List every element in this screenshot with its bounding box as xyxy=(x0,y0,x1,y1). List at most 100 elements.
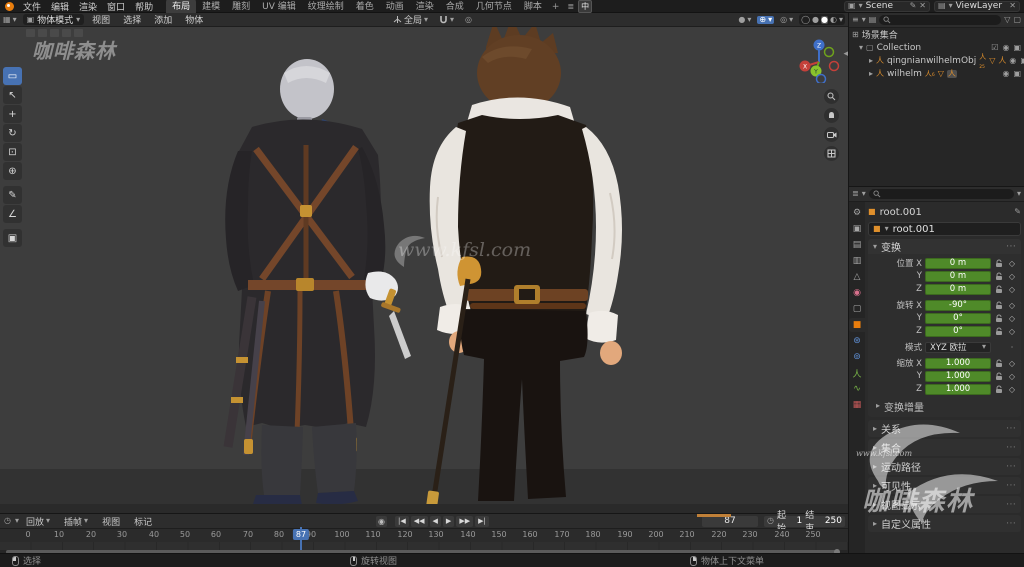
chevron-down-icon[interactable]: ▾ xyxy=(1017,190,1021,198)
keyframe-icon[interactable]: ◇ xyxy=(1007,372,1017,381)
start-frame-field[interactable]: 1 xyxy=(797,516,803,526)
menu-file[interactable]: 文件 xyxy=(18,0,46,13)
outliner-row-object-2[interactable]: ▸ 人 wilhelm 人₆ ▽ 人 ◉ ▣ xyxy=(849,67,1024,80)
tab-tool[interactable]: ⚙ xyxy=(849,206,865,220)
navigation-gizmo[interactable]: Z X Y xyxy=(798,37,840,83)
tool-transform[interactable]: ⊕ xyxy=(3,162,22,180)
pose-icon-active[interactable]: 人 xyxy=(946,69,957,78)
delta-transform-section[interactable]: ▸ 变换增量 xyxy=(872,399,1017,414)
transform-panel-header[interactable]: ▾ 变换 ⋯ xyxy=(868,239,1021,254)
lock-icon[interactable] xyxy=(994,327,1004,336)
outliner-search[interactable] xyxy=(879,15,1002,25)
outliner-row-object-1[interactable]: ▸ 人 qingnianwilhelmObj 人₂₅ ▽ 人 ◉ ▣ xyxy=(849,53,1024,70)
editor-outliner-icon[interactable]: ≡ xyxy=(852,16,859,24)
section-relations[interactable]: ▸ 关系 ⋯ xyxy=(868,420,1021,437)
timeline-ruler[interactable]: 0 10 20 30 40 50 60 70 80 90 100 110 120… xyxy=(0,529,848,542)
section-collections[interactable]: ▸ 集合 ⋯ xyxy=(868,439,1021,456)
keyframe-icon[interactable]: ◇ xyxy=(1007,385,1017,394)
play-reverse-button[interactable]: ◀ xyxy=(429,515,441,527)
render-restrict-icon[interactable]: ▣ xyxy=(1013,69,1021,78)
location-x-field[interactable]: 0 m xyxy=(925,257,991,269)
tool-scale[interactable]: ⊡ xyxy=(3,143,22,161)
perspective-toggle-button[interactable] xyxy=(824,146,839,161)
tab-scene[interactable]: △ xyxy=(849,270,865,284)
new-collection-icon[interactable]: ▢ xyxy=(1013,16,1021,24)
close-icon[interactable]: ✕ xyxy=(919,2,926,10)
menu-keying[interactable]: 插帧 ▾ xyxy=(61,515,91,528)
current-frame-field[interactable]: 87 xyxy=(702,515,758,527)
keyframe-icon[interactable]: ◇ xyxy=(1007,259,1017,268)
pin-icon[interactable]: ✎ xyxy=(910,2,917,10)
tab-physics[interactable]: ⊚ xyxy=(849,350,865,364)
rotation-mode-dropdown[interactable]: XYZ 欧拉 ▾ xyxy=(925,341,991,353)
lock-icon[interactable] xyxy=(994,359,1004,368)
properties-search[interactable] xyxy=(868,189,1014,199)
tab-texture[interactable]: ▦ xyxy=(849,398,865,412)
lock-icon[interactable] xyxy=(994,285,1004,294)
tab-object[interactable]: ■ xyxy=(849,318,865,332)
keyframe-icon[interactable]: ◇ xyxy=(1007,327,1017,336)
location-y-field[interactable]: 0 m xyxy=(925,270,991,282)
keyframe-icon[interactable]: ◇ xyxy=(1007,285,1017,294)
menu-marker[interactable]: 标记 xyxy=(131,515,155,528)
zoom-button[interactable] xyxy=(824,89,839,104)
rotation-x-field[interactable]: -90° xyxy=(925,299,991,311)
scale-y-field[interactable]: 1.000 xyxy=(925,370,991,382)
tab-modifiers[interactable]: ⊛ xyxy=(849,334,865,348)
menu-add[interactable]: 添加 xyxy=(149,13,177,26)
outliner-row-collection[interactable]: ▾ ▢ Collection ☑ ◉ ▣ xyxy=(849,41,1024,54)
location-z-field[interactable]: 0 m xyxy=(925,283,991,295)
prev-keyframe-button[interactable]: ◀◀ xyxy=(410,515,428,527)
menu-playback[interactable]: 回放 ▾ xyxy=(23,515,53,528)
lock-icon[interactable] xyxy=(994,385,1004,394)
scene-selector[interactable]: ▣ ▾ Scene ✎ ✕ xyxy=(844,0,930,12)
tool-select-box[interactable]: ▭ xyxy=(3,67,22,85)
outliner-row-scene-collection[interactable]: ⊞ 场景集合 xyxy=(849,28,1024,41)
keyframe-icon[interactable]: ◇ xyxy=(1007,272,1017,281)
orientation-dropdown[interactable]: 全局 ▾ xyxy=(390,13,431,26)
section-visibility[interactable]: ▸ 可见性 ⋯ xyxy=(868,477,1021,494)
tab-compositing[interactable]: 合成 xyxy=(440,0,470,13)
tab-animation[interactable]: 动画 xyxy=(380,0,410,13)
tab-shading[interactable]: 着色 xyxy=(350,0,380,13)
lock-icon[interactable] xyxy=(994,301,1004,310)
next-keyframe-button[interactable]: ▶▶ xyxy=(456,515,474,527)
render-restrict-icon[interactable]: ▣ xyxy=(1013,43,1021,52)
tool-move[interactable]: + xyxy=(3,105,22,123)
visibility-dropdown[interactable]: ● ▾ xyxy=(735,15,754,24)
section-custom-properties[interactable]: ▸ 自定义属性 ⋯ xyxy=(868,515,1021,532)
menu-view[interactable]: 视图 xyxy=(87,13,115,26)
menu-edit[interactable]: 编辑 xyxy=(46,0,74,13)
editor-timeline-icon[interactable]: ◷ xyxy=(4,517,11,525)
auto-key-button[interactable]: ◉ xyxy=(376,515,387,527)
end-frame-field[interactable]: 250 xyxy=(825,516,842,526)
lock-icon[interactable] xyxy=(994,259,1004,268)
tab-modeling[interactable]: 建模 xyxy=(196,0,226,13)
mode-dropdown[interactable]: ▣ 物体模式 ▾ xyxy=(22,14,85,26)
pin-icon[interactable]: ✎ xyxy=(1014,208,1021,216)
menu-render[interactable]: 渲染 xyxy=(74,0,102,13)
menu-object[interactable]: 物体 xyxy=(180,13,208,26)
menu-select[interactable]: 选择 xyxy=(118,13,146,26)
shading-material-button[interactable]: ● xyxy=(821,15,828,24)
section-viewport-display[interactable]: ▸ 视图显示 ⋯ xyxy=(868,496,1021,513)
viewport-canvas[interactable]: www.kfsl.com 咖啡森林 ▭ ↖ + ↻ ⊡ ⊕ ✎ ∠ ▣ Z X … xyxy=(0,27,848,513)
object-datablock-field[interactable]: ■ ▾ root.001 xyxy=(868,222,1021,236)
tab-scripting[interactable]: 脚本 xyxy=(518,0,548,13)
checkbox-icon[interactable]: ☑ xyxy=(991,43,998,52)
editor-type-button[interactable]: ▦ ▾ xyxy=(0,15,20,24)
rotation-z-field[interactable]: 0° xyxy=(925,325,991,337)
tool-measure[interactable]: ∠ xyxy=(3,205,22,223)
keyframe-icon[interactable]: ◇ xyxy=(1007,301,1017,310)
tab-render[interactable]: ▣ xyxy=(849,222,865,236)
tab-geometry-nodes[interactable]: 几何节点 xyxy=(470,0,518,13)
shading-rendered-button[interactable]: ◐ xyxy=(830,15,837,24)
lock-icon[interactable] xyxy=(994,272,1004,281)
tool-cursor[interactable]: ↖ xyxy=(3,86,22,104)
expand-icon[interactable]: ▾ xyxy=(859,43,863,52)
viewlayer-selector[interactable]: ▤ ▾ ViewLayer ✕ xyxy=(934,0,1020,12)
tab-collection[interactable]: ▢ xyxy=(849,302,865,316)
hide-eye-icon[interactable]: ◉ xyxy=(1009,56,1016,65)
blender-logo-icon[interactable] xyxy=(5,1,14,11)
current-frame-marker[interactable]: 87 xyxy=(292,529,310,540)
